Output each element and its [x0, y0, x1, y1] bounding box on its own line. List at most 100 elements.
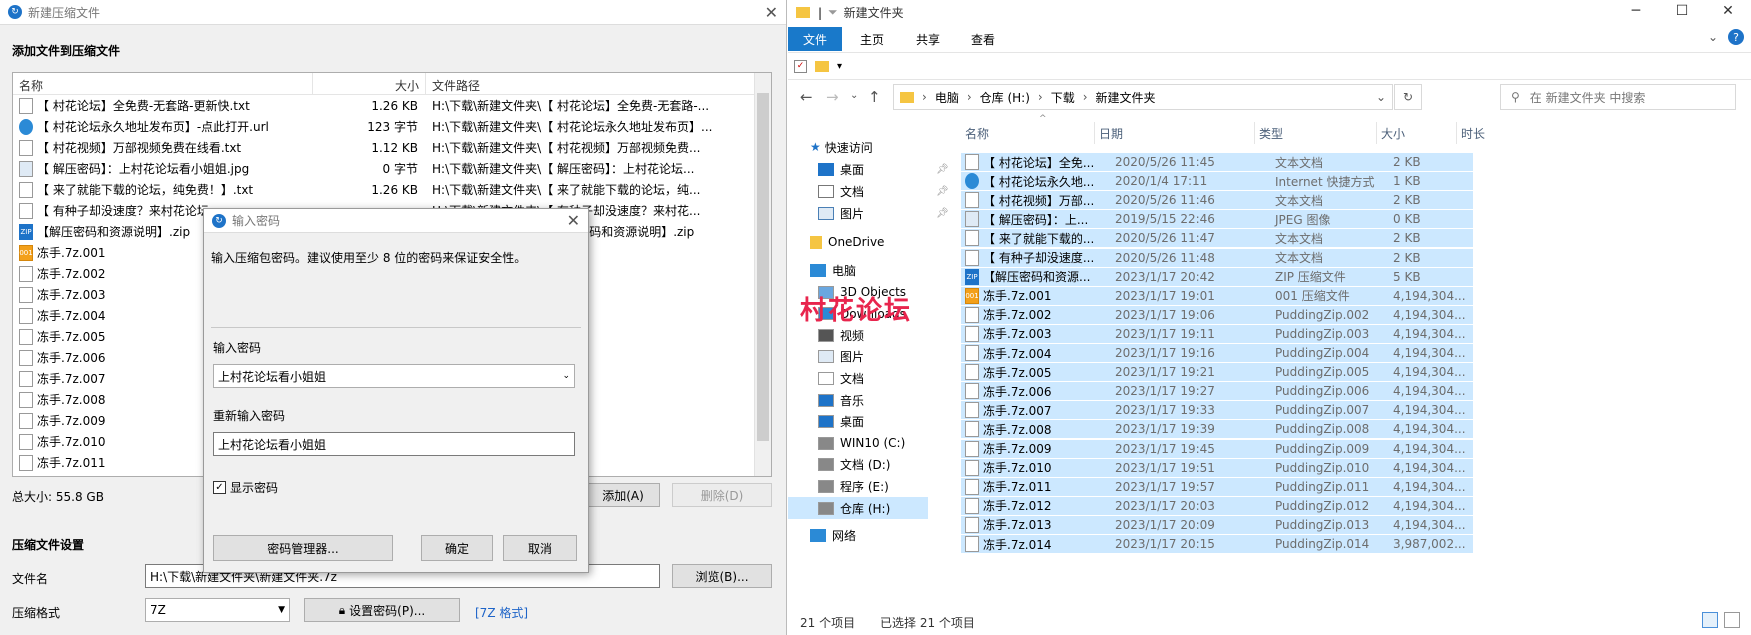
forward-icon[interactable]: → [826, 88, 839, 106]
breadcrumb-computer[interactable]: 电脑 [935, 89, 959, 106]
nav-computer-item[interactable]: 图片 [818, 346, 864, 368]
nav-computer-item[interactable]: 视频 [818, 324, 864, 346]
nav-computer-item[interactable]: 桌面 [818, 411, 864, 433]
explorer-file-row[interactable]: 【 来了就能下载的... 2020/5/26 11:47 文本文档 2 KB [961, 229, 1473, 248]
nav-computer-item[interactable]: 程序 (E:) [818, 475, 889, 497]
file-list-row[interactable]: 【 村花论坛】全免费-无套路-更新快.txt 1.26 KB H:\下载\新建文件夹… [13, 95, 771, 116]
nav-computer-item[interactable]: 文档 [818, 367, 864, 389]
pin-icon[interactable]: 📌︎ [936, 164, 949, 175]
explorer-file-row[interactable]: 【 村花论坛永久地... 2020/1/4 17:11 Internet 快捷方式 1… [961, 172, 1473, 191]
nav-computer-item[interactable]: WIN10 (C:) [818, 432, 905, 454]
col-type[interactable]: 类型 [1255, 122, 1377, 144]
new-folder-icon[interactable] [815, 60, 829, 72]
file-size: 2 KB [1393, 155, 1421, 169]
file-list-row[interactable]: 【 村花视频】万部视频免费在线看.txt 1.12 KB H:\下载\新建文件夹\【… [13, 137, 771, 158]
explorer-file-row[interactable]: 冻手.7z.009 2023/1/17 19:45 PuddingZip.009 4,… [961, 439, 1473, 458]
close-icon[interactable]: ✕ [765, 3, 778, 22]
nav-quick-pictures[interactable]: 图片 📌︎ [818, 202, 949, 224]
add-button[interactable]: 添加(A) [586, 483, 660, 507]
up-icon[interactable]: ↑ [868, 88, 881, 106]
nav-quick-desktop[interactable]: 桌面 📌︎ [818, 158, 949, 180]
help-icon[interactable]: ? [1728, 29, 1744, 45]
nav-quick-documents[interactable]: 文档 📌︎ [818, 180, 949, 202]
ok-button[interactable]: 确定 [421, 535, 493, 561]
explorer-file-row[interactable]: 【 村花论坛】全免... 2020/5/26 11:45 文本文档 2 KB [961, 153, 1473, 171]
file-list-row[interactable]: 【 来了就能下载的论坛，纯免费！】.txt 1.26 KB H:\下载\新建文件夹\… [13, 179, 771, 200]
tab-share[interactable]: 共享 [902, 27, 954, 51]
pin-icon[interactable]: 📌︎ [936, 186, 949, 197]
set-password-button[interactable]: 🔒︎ 设置密码(P)... [304, 598, 460, 622]
address-bar[interactable]: › 电脑 › 仓库 (H:) › 下载 › 新建文件夹 ⌄ [893, 84, 1393, 110]
explorer-file-row[interactable]: 冻手.7z.004 2023/1/17 19:16 PuddingZip.004 4,… [961, 344, 1473, 362]
pin-icon[interactable]: 📌︎ [936, 208, 949, 219]
delete-button[interactable]: 删除(D) [672, 483, 772, 507]
nav-computer-item[interactable]: 文档 (D:) [818, 454, 890, 476]
password-combo[interactable]: 上村花论坛看小姐姐 ⌄ [213, 364, 575, 388]
col-name[interactable]: 名称 [961, 122, 1095, 144]
explorer-file-row[interactable]: 冻手.7z.013 2023/1/17 20:09 PuddingZip.013 4,… [961, 515, 1473, 534]
col-size[interactable]: 大小 [313, 73, 426, 94]
col-size[interactable]: 大小 [1377, 122, 1457, 144]
explorer-file-row[interactable]: 冻手.7z.008 2023/1/17 19:39 PuddingZip.008 4,… [961, 420, 1473, 439]
explorer-file-row[interactable]: 冻手.7z.006 2023/1/17 19:27 PuddingZip.006 4,… [961, 382, 1473, 401]
refresh-icon[interactable]: ↻ [1394, 84, 1422, 110]
network-icon [810, 528, 826, 542]
close-icon[interactable]: ✕ [1705, 0, 1751, 22]
explorer-file-row[interactable]: ZIP 【解压密码和资源... 2023/1/17 20:42 ZIP 压缩文件 5 K… [961, 267, 1473, 286]
explorer-file-row[interactable]: 冻手.7z.010 2023/1/17 19:51 PuddingZip.010 4,… [961, 458, 1473, 477]
format-select[interactable]: 7Z ▼ [145, 598, 290, 622]
scroll-thumb[interactable] [757, 93, 769, 441]
chevron-down-icon[interactable]: ⌄ [1376, 90, 1386, 104]
search-box[interactable]: ⚲ 在 新建文件夹 中搜索 [1500, 84, 1736, 110]
back-icon[interactable]: ← [800, 88, 813, 106]
tab-file[interactable]: 文件 [788, 27, 842, 51]
explorer-file-row[interactable]: 【 有种子却没速度... 2020/5/26 11:48 文本文档 2 KB [961, 248, 1473, 267]
nav-computer-item[interactable]: 仓库 (H:) [788, 497, 928, 519]
chevron-down-icon[interactable]: ⌄ [1708, 30, 1718, 44]
breadcrumb-folder[interactable]: 新建文件夹 [1096, 89, 1156, 106]
breadcrumb-downloads[interactable]: 下载 [1051, 89, 1075, 106]
quick-dropdown-icon[interactable]: ⏷ [828, 5, 838, 20]
cancel-button[interactable]: 取消 [503, 535, 577, 561]
col-path[interactable]: 文件路径 [426, 73, 756, 94]
file-size: 4,194,304... [1393, 498, 1466, 513]
col-name[interactable]: 名称 [13, 73, 313, 94]
maximize-icon[interactable]: ☐ [1659, 0, 1705, 22]
file-list-scrollbar[interactable] [754, 73, 771, 476]
tab-home[interactable]: 主页 [846, 27, 898, 51]
nav-computer-item[interactable]: 音乐 [818, 389, 864, 411]
recent-dropdown-icon[interactable]: ⌄ [850, 90, 858, 101]
explorer-file-row[interactable]: 冻手.7z.002 2023/1/17 19:06 PuddingZip.002 4,… [961, 305, 1473, 324]
nav-quick-access[interactable]: ★ 快速访问 [810, 136, 873, 158]
nav-onedrive[interactable]: OneDrive [810, 231, 884, 253]
explorer-file-row[interactable]: 【 村花视频】万部... 2020/5/26 11:46 文本文档 2 KB [961, 191, 1473, 210]
browse-button[interactable]: 浏览(B)... [672, 564, 772, 588]
show-password-checkbox[interactable]: ✓ 显示密码 [213, 479, 278, 496]
explorer-file-row[interactable]: 001 冻手.7z.001 2023/1/17 19:01 001 压缩文件 4,194… [961, 286, 1473, 305]
col-date[interactable]: 日期 [1095, 122, 1255, 144]
password-manager-button[interactable]: 密码管理器... [213, 535, 393, 561]
nav-network[interactable]: 网络 [810, 524, 856, 546]
properties-icon[interactable]: ✓ [794, 59, 807, 73]
close-icon[interactable]: ✕ [567, 211, 580, 230]
breadcrumb-drive[interactable]: 仓库 (H:) [980, 89, 1030, 106]
file-list-row[interactable]: 【 解压密码】：上村花论坛看小姐姐.jpg 0 字节 H:\下载\新建文件夹\【 解… [13, 158, 771, 179]
explorer-file-row[interactable]: 冻手.7z.014 2023/1/17 20:15 PuddingZip.014 3,… [961, 535, 1473, 553]
format-link[interactable]: [7Z 格式] [475, 604, 528, 621]
explorer-file-row[interactable]: 冻手.7z.011 2023/1/17 19:57 PuddingZip.011 4,… [961, 477, 1473, 496]
details-view-icon[interactable] [1702, 612, 1718, 628]
explorer-file-row[interactable]: 【 解压密码】：上... 2019/5/15 22:46 JPEG 图像 0 KB [961, 210, 1473, 229]
explorer-file-row[interactable]: 冻手.7z.005 2023/1/17 19:21 PuddingZip.005 4,… [961, 363, 1473, 382]
explorer-file-row[interactable]: 冻手.7z.007 2023/1/17 19:33 PuddingZip.007 4,… [961, 401, 1473, 420]
explorer-file-row[interactable]: 冻手.7z.012 2023/1/17 20:03 PuddingZip.012 4,… [961, 496, 1473, 515]
confirm-password-input[interactable]: 上村花论坛看小姐姐 [213, 432, 575, 456]
customize-icon[interactable]: ▾ [837, 61, 842, 72]
minimize-icon[interactable]: ─ [1613, 0, 1659, 22]
nav-computer[interactable]: 电脑 [810, 259, 856, 281]
col-duration[interactable]: 时长 [1457, 122, 1517, 144]
explorer-file-row[interactable]: 冻手.7z.003 2023/1/17 19:11 PuddingZip.003 4,… [961, 324, 1473, 343]
large-icons-view-icon[interactable] [1724, 612, 1740, 628]
file-list-row[interactable]: 【 村花论坛永久地址发布页】-点此打开.url 123 字节 H:\下载\新建文件夹… [13, 116, 771, 137]
tab-view[interactable]: 查看 [956, 27, 1010, 51]
file-name: 【 解压密码】：上村花论坛看小姐姐.jpg [37, 162, 250, 176]
